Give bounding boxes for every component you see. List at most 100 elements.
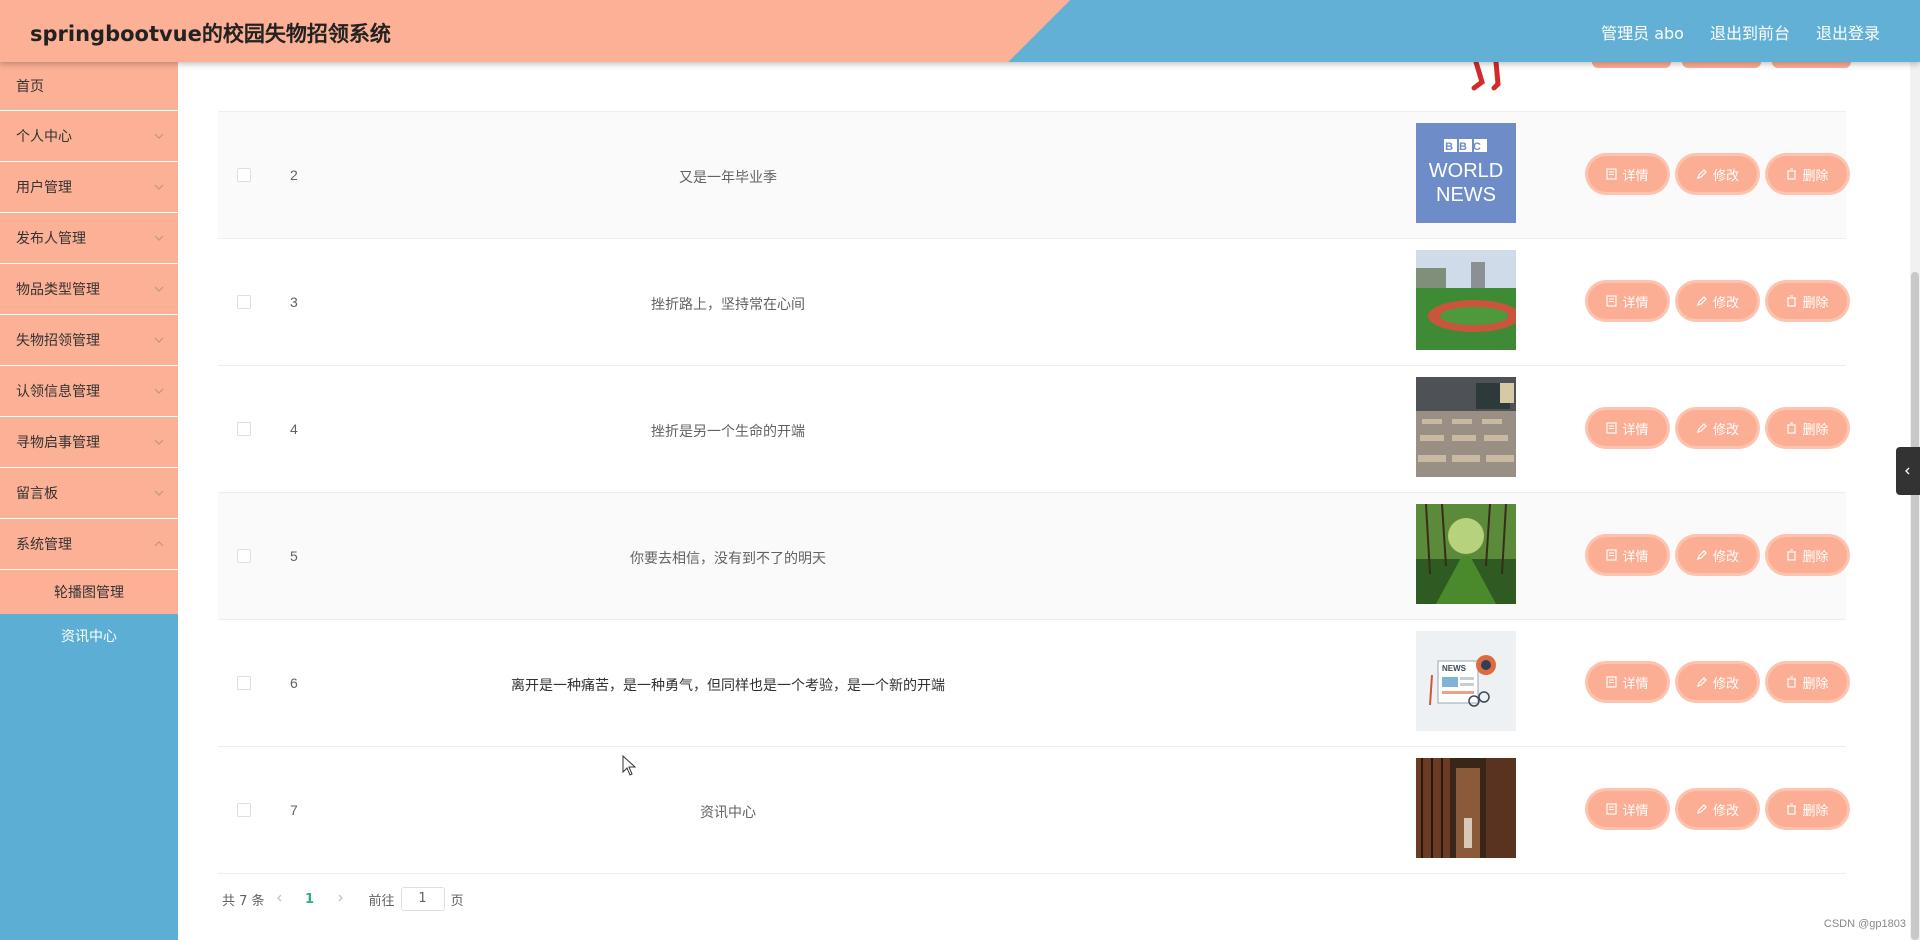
detail-button[interactable]: 详情 <box>1588 283 1667 319</box>
row-actions: 详情 修改 删除 <box>1588 410 1847 446</box>
back-to-frontend-link[interactable]: 退出到前台 <box>1710 20 1790 44</box>
delete-button[interactable]: 删除 <box>1768 537 1847 573</box>
main-content: 2 又是一年毕业季 BBC WORLD NEWS 详情 修改 删除 3 挫折路上… <box>178 62 1920 940</box>
pencil-icon <box>1697 550 1707 560</box>
detail-button[interactable]: 详情 <box>1588 410 1667 446</box>
edit-button[interactable] <box>1682 62 1761 68</box>
delete-button[interactable]: 删除 <box>1768 156 1847 192</box>
detail-button[interactable]: 详情 <box>1588 664 1667 700</box>
row-thumbnail <box>1416 377 1516 477</box>
delete-label: 删除 <box>1802 168 1829 184</box>
trash-icon <box>1787 549 1797 561</box>
edit-label: 修改 <box>1712 295 1739 311</box>
detail-button[interactable]: 详情 <box>1588 791 1667 827</box>
chevron-down-icon <box>154 388 164 394</box>
row-checkbox[interactable] <box>237 676 251 690</box>
sidebar-item-label: 个人中心 <box>16 129 72 145</box>
mouse-cursor-icon <box>622 755 637 776</box>
scrollbar-thumb[interactable] <box>1911 272 1919 940</box>
next-page-button[interactable] <box>325 892 355 907</box>
edit-button[interactable]: 修改 <box>1678 664 1757 700</box>
document-icon <box>1606 676 1618 688</box>
sidebar-item-claim-info-management[interactable]: 认领信息管理 <box>0 366 178 417</box>
sidebar-item-message-board[interactable]: 留言板 <box>0 468 178 519</box>
sidebar-item-lost-notice-management[interactable]: 寻物启事管理 <box>0 417 178 468</box>
sidebar-item-label: 用户管理 <box>16 180 72 196</box>
sidebar-item-label: 首页 <box>16 79 44 95</box>
table-row: 4 挫折是另一个生命的开端 详情 修改 删除 <box>218 366 1847 493</box>
row-thumbnail <box>1416 758 1516 858</box>
row-title: 你要去相信，没有到不了的明天 <box>630 551 826 567</box>
row-checkbox[interactable] <box>237 168 251 182</box>
row-checkbox[interactable] <box>237 803 251 817</box>
delete-button[interactable]: 删除 <box>1768 664 1847 700</box>
detail-button[interactable]: 详情 <box>1588 156 1667 192</box>
row-actions: 详情 修改 删除 <box>1588 283 1847 319</box>
delete-button[interactable] <box>1772 62 1851 68</box>
sidebar-item-lost-found-management[interactable]: 失物招领管理 <box>0 315 178 366</box>
page-suffix: 页 <box>450 893 464 909</box>
sidebar-item-system-management[interactable]: 系统管理 <box>0 519 178 570</box>
page-number-current[interactable]: 1 <box>295 892 325 907</box>
chevron-left-icon <box>276 894 282 901</box>
admin-user-label[interactable]: 管理员 abo <box>1601 20 1684 44</box>
detail-label: 详情 <box>1622 803 1649 819</box>
edit-button[interactable]: 修改 <box>1678 410 1757 446</box>
row-title: 离开是一种痛苦，是一种勇气，但同样也是一个考验，是一个新的开端 <box>511 678 945 694</box>
pencil-icon <box>1697 804 1707 814</box>
sidebar-item-personal-center[interactable]: 个人中心 <box>0 111 178 162</box>
header-links: 管理员 abo 退出到前台 退出登录 <box>1601 20 1880 44</box>
table-row: 6 离开是一种痛苦，是一种勇气，但同样也是一个考验，是一个新的开端 NEWS 详… <box>218 620 1847 747</box>
row-index: 4 <box>290 421 298 437</box>
chevron-down-icon <box>154 439 164 445</box>
row-checkbox[interactable] <box>237 422 251 436</box>
pagination-total: 共 7 条 <box>222 893 265 909</box>
row-index: 2 <box>290 167 298 183</box>
delete-label: 删除 <box>1802 549 1829 565</box>
pencil-icon <box>1697 423 1707 433</box>
row-thumbnail <box>1416 250 1516 350</box>
delete-button[interactable]: 删除 <box>1768 410 1847 446</box>
edit-button[interactable]: 修改 <box>1678 537 1757 573</box>
table-row: 7 资讯中心 详情 修改 删除 <box>218 747 1847 874</box>
vertical-scrollbar[interactable] <box>1910 62 1920 940</box>
row-checkbox[interactable] <box>237 295 251 309</box>
edit-button[interactable]: 修改 <box>1678 791 1757 827</box>
sidebar-item-item-type-management[interactable]: 物品类型管理 <box>0 264 178 315</box>
edit-button[interactable]: 修改 <box>1678 283 1757 319</box>
detail-label: 详情 <box>1622 549 1649 565</box>
row-index: 6 <box>290 675 298 691</box>
sidebar-subitem-carousel-management[interactable]: 轮播图管理 <box>0 570 178 614</box>
goto-page-input[interactable]: 1 <box>400 887 445 911</box>
edit-button[interactable]: 修改 <box>1678 156 1757 192</box>
detail-label: 详情 <box>1622 295 1649 311</box>
forest-path-image <box>1416 504 1516 604</box>
campus-track-image <box>1416 250 1516 350</box>
pencil-icon <box>1697 677 1707 687</box>
sidebar-item-home[interactable]: 首页 <box>0 62 178 111</box>
news-illustration-image: NEWS <box>1416 631 1516 731</box>
chevron-down-icon <box>154 286 164 292</box>
delete-button[interactable]: 删除 <box>1768 283 1847 319</box>
table-row: 5 你要去相信，没有到不了的明天 详情 修改 删除 <box>218 493 1847 620</box>
news-table: 2 又是一年毕业季 BBC WORLD NEWS 详情 修改 删除 3 挫折路上… <box>218 62 1851 874</box>
detail-button[interactable] <box>1592 62 1671 68</box>
row-thumbnail <box>1416 504 1516 604</box>
goto-label: 前往 <box>368 893 395 909</box>
pencil-icon <box>1697 296 1707 306</box>
row-thumbnail: BBC WORLD NEWS <box>1416 123 1516 223</box>
document-icon <box>1606 549 1618 561</box>
row-checkbox[interactable] <box>237 549 251 563</box>
row-thumbnail: NEWS <box>1416 631 1516 731</box>
side-panel-toggle[interactable] <box>1896 447 1920 495</box>
sidebar-item-publisher-management[interactable]: 发布人管理 <box>0 213 178 264</box>
sidebar-item-user-management[interactable]: 用户管理 <box>0 162 178 213</box>
prev-page-button[interactable] <box>265 892 295 907</box>
logout-link[interactable]: 退出登录 <box>1816 20 1880 44</box>
news-illustration-text: NEWS <box>1442 664 1467 673</box>
detail-button[interactable]: 详情 <box>1588 537 1667 573</box>
row-actions: 详情 修改 删除 <box>1588 664 1847 700</box>
sidebar-subitem-news-center[interactable]: 资讯中心 <box>0 614 178 658</box>
delete-button[interactable]: 删除 <box>1768 791 1847 827</box>
sidebar: 首页 个人中心 用户管理 发布人管理 物品类型管理 失物招领管理 认领信息管理 … <box>0 62 178 940</box>
